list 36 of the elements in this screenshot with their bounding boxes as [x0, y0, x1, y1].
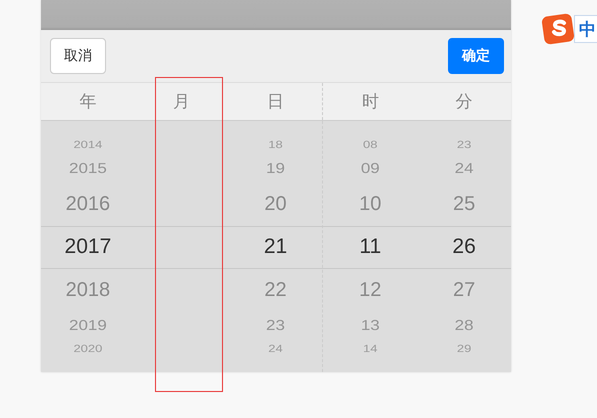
wheel-option[interactable]: 26 [452, 236, 476, 257]
wheel-option[interactable]: 2018 [66, 280, 110, 300]
wheel-option[interactable]: 08 [363, 139, 378, 150]
wheel-option[interactable]: 25 [452, 194, 476, 214]
wheel-option[interactable]: 2014 [73, 139, 102, 150]
wheel-option[interactable]: 2019 [68, 318, 107, 332]
wheel-option[interactable]: 14 [363, 343, 378, 354]
wheel-option[interactable]: 2016 [66, 194, 110, 214]
wheel-option[interactable]: 24 [454, 160, 474, 176]
wheel-option[interactable]: 13 [360, 318, 380, 332]
wheel-option[interactable]: 2020 [73, 343, 102, 354]
ime-mode-label: 中 [574, 15, 597, 43]
wheel-option[interactable]: 21 [264, 236, 288, 257]
wheel-option[interactable]: 11 [359, 236, 382, 257]
wheel-option[interactable]: 2015 [68, 160, 107, 176]
wheel-option[interactable]: 22 [264, 280, 287, 300]
column-header: 月 [173, 91, 190, 113]
column-header: 时 [362, 91, 379, 113]
wheel-option[interactable]: 12 [359, 280, 382, 300]
wheel-option[interactable]: 2017 [64, 236, 112, 257]
wheel-option[interactable]: 27 [452, 280, 476, 300]
confirm-button[interactable]: 确定 [448, 38, 504, 74]
wheel-option[interactable]: 23 [266, 318, 285, 332]
column-header: 年 [79, 91, 96, 113]
cancel-button[interactable]: 取消 [50, 38, 106, 74]
wheel-option[interactable]: 20 [264, 194, 287, 214]
wheel-option[interactable]: 29 [456, 343, 472, 354]
wheel-option[interactable]: 24 [268, 343, 283, 354]
wheel-option[interactable]: 28 [454, 318, 474, 332]
wheel-option[interactable]: 18 [268, 139, 283, 150]
column-header: 分 [456, 91, 473, 113]
column-header: 日 [266, 91, 284, 113]
wheel-option[interactable]: 23 [456, 139, 472, 150]
wheel-option[interactable]: 19 [266, 160, 285, 176]
wheel-option[interactable]: 09 [360, 160, 380, 176]
wheel-option[interactable]: 10 [359, 194, 382, 214]
